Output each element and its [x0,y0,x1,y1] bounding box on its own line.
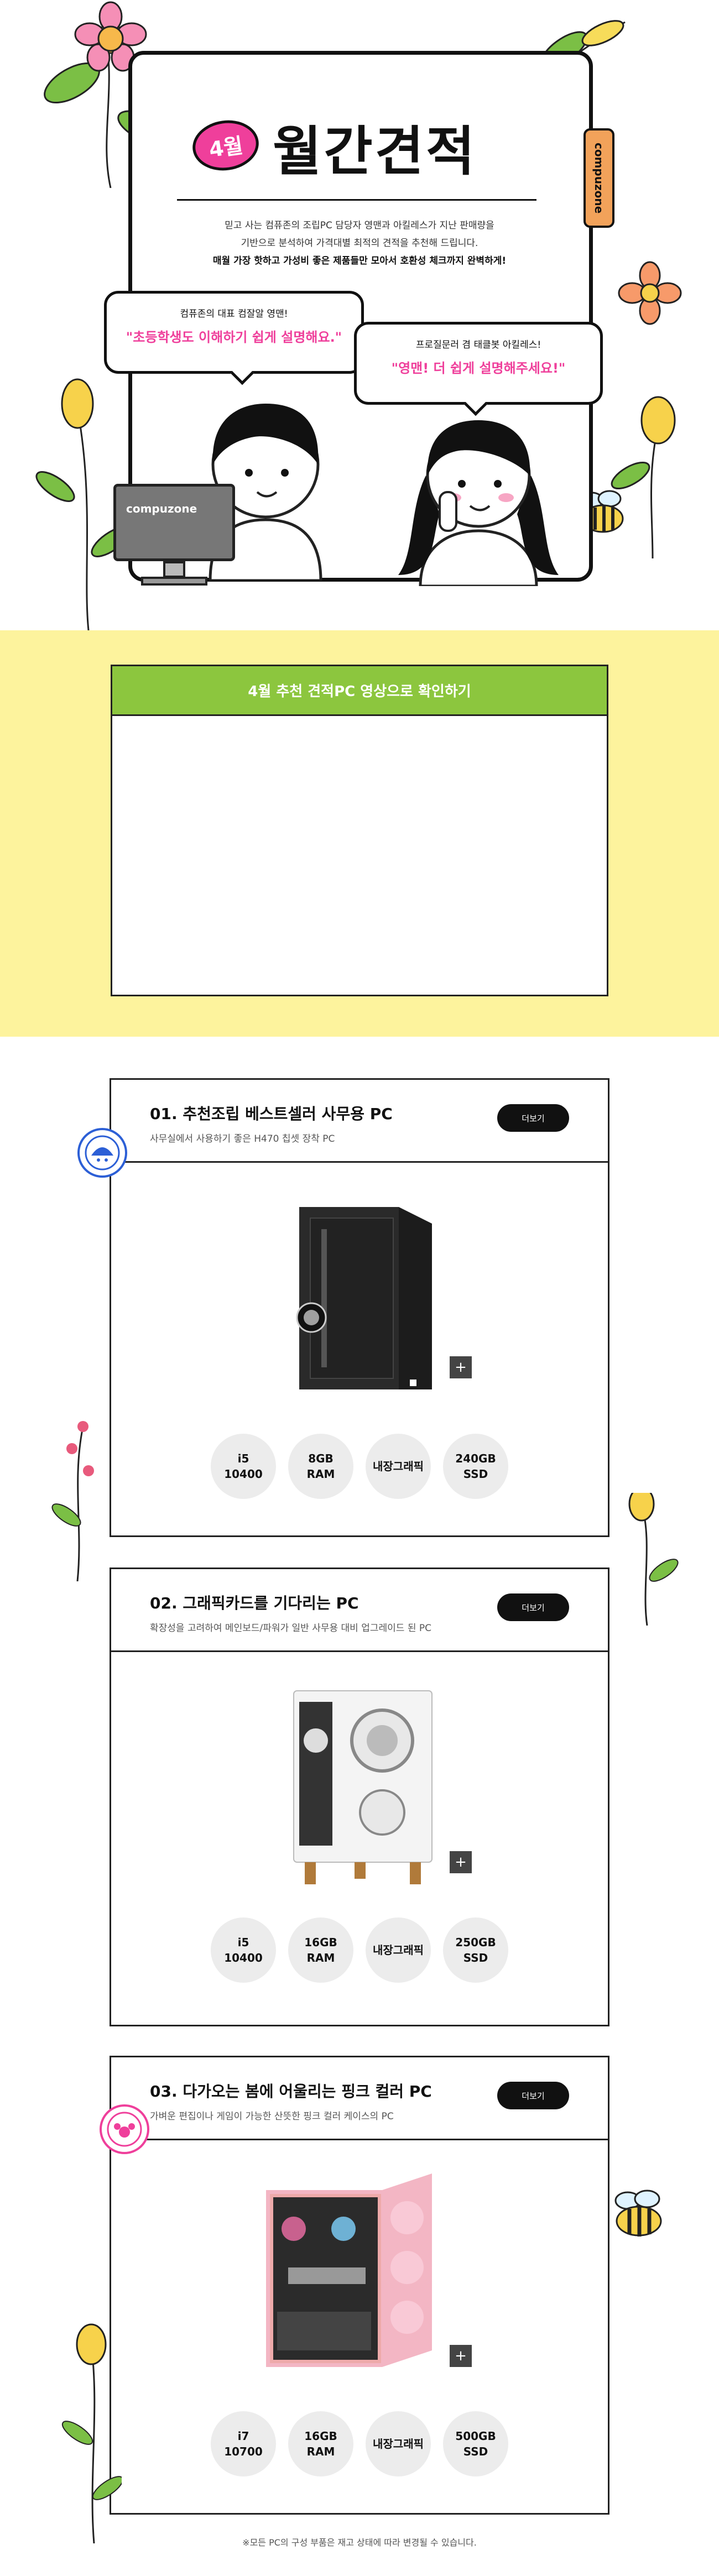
pc-case-white-icon [293,1690,433,1884]
spec-list: i5 10400 16GB RAM 내장그래픽 250GB SSD [111,1917,608,1983]
desc-line-1: 믿고 사는 컴퓨존의 조립PC 담당자 영맨과 아킬레스가 지난 판매량을 [225,220,494,231]
card-subtitle: 가벼운 편집이나 게임이 가능한 산뜻한 핑크 컬러 케이스의 PC [150,2111,394,2122]
bubble-left-speaker: 컴퓨존의 대표 컴잘알 영맨! [180,309,288,320]
product-card-1: 01. 추천조립 베스트셀러 사무용 PC 사무실에서 사용하기 좋은 H470… [110,1078,609,1537]
bubble-right-quote: "영맨! 더 쉽게 설명해주세요!" [391,360,566,376]
spec-cpu: i5 10400 [211,1917,276,1983]
flowers-bottomleft-icon [61,2323,122,2543]
hero-section: compuzone 4월 월간견적 믿고 사는 컴퓨존의 조립PC 담당자 영맨… [0,0,719,630]
card-title: 01. 추천조립 베스트셀러 사무용 PC [150,1105,393,1123]
flowers-leftside-icon [51,1421,94,1581]
more-button[interactable]: 더보기 [497,2082,569,2109]
spec-ram: 8GB RAM [288,1434,353,1499]
card-title: 03. 다가오는 봄에 어울리는 핑크 컬러 PC [150,2082,432,2100]
best-stamp-icon [77,1128,127,1178]
video-player[interactable]: 4월 추천 견적PC 영상으로 확인하기 [111,665,608,996]
spec-graphics: 내장그래픽 [366,2411,431,2476]
spec-storage: 250GB SSD [443,1917,508,1983]
pc-case-black-icon [296,1207,432,1389]
footnote: ※모든 PC의 구성 부품은 재고 상태에 따라 변경될 수 있습니다. [242,2537,477,2548]
spec-ram: 16GB RAM [288,2411,353,2476]
bubble-right-speaker: 프로질문러 겸 태클봇 아킬레스! [415,339,541,351]
bubble-left-quote: "초등학생도 이해하기 쉽게 설명해요." [126,330,342,345]
product-card-2: 02. 그래픽카드를 기다리는 PC 확장성을 고려하여 메인보드/파워가 일반… [110,1567,609,2026]
more-button[interactable]: 더보기 [497,1104,569,1132]
pc-case-pink-icon [266,2173,432,2367]
speech-bubble-achilles: 프로질문러 겸 태클봇 아킬레스! "영맨! 더 쉽게 설명해주세요!" [354,322,603,416]
expand-plus-button[interactable]: + [450,1356,472,1378]
video-heading: 4월 추천 견적PC 영상으로 확인하기 [248,683,471,700]
spec-storage: 500GB SSD [443,2411,508,2476]
page-title: 월간견적 [273,121,477,182]
flowers-rightside-icon [628,1493,679,1626]
card-header: 01. 추천조립 베스트셀러 사무용 PC 사무실에서 사용하기 좋은 H470… [111,1080,608,1163]
product-card-3: 03. 다가오는 봄에 어울리는 핑크 컬러 PC 가벼운 편집이나 게임이 가… [110,2056,609,2515]
desc-line-2: 기반으로 분석하여 가격대별 최적의 견적을 추천해 드립니다. [241,238,478,249]
card-title: 02. 그래픽카드를 기다리는 PC [150,1594,359,1612]
expand-plus-button[interactable]: + [450,1851,472,1873]
spec-cpu: i7 10700 [211,2411,276,2476]
spring-stamp-icon [100,2104,149,2154]
speech-bubble-yeongman: 컴퓨존의 대표 컴잘알 영맨! "초등학생도 이해하기 쉽게 설명해요." [104,291,364,385]
flower-right-icon [618,261,682,325]
hero-description: 믿고 사는 컴퓨존의 조립PC 담당자 영맨과 아킬레스가 지난 판매량을 기반… [166,217,553,270]
spec-graphics: 내장그래픽 [366,1434,431,1499]
spec-graphics: 내장그래픽 [366,1917,431,1983]
hero-title-row: 4월 월간견적 [189,108,502,182]
spec-list: i5 10400 8GB RAM 내장그래픽 240GB SSD [111,1434,608,1499]
more-button[interactable]: 더보기 [497,1593,569,1621]
character-achilles-icon [398,420,559,586]
monitor-brand-label: compuzone [126,502,197,515]
spec-list: i7 10700 16GB RAM 내장그래픽 500GB SSD [111,2411,608,2476]
spec-cpu: i5 10400 [211,1434,276,1499]
card-subtitle: 사무실에서 사용하기 좋은 H470 칩셋 장착 PC [150,1133,335,1145]
spec-storage: 240GB SSD [443,1434,508,1499]
month-badge: 4월 [189,116,262,175]
side-tab-label: compuzone [592,142,606,214]
bee-right-icon [614,2190,662,2237]
desc-bold-line: 매월 가장 핫하고 가성비 좋은 제품들만 모아서 호환성 체크까지 완벽하게! [212,255,507,267]
card-header: 03. 다가오는 봄에 어울리는 핑크 컬러 PC 가벼운 편집이나 게임이 가… [111,2057,608,2140]
video-heading-bar: 4월 추천 견적PC 영상으로 확인하기 [112,666,607,716]
expand-plus-button[interactable]: + [450,2345,472,2367]
monitor-illustration: compuzone [113,484,235,589]
card-header: 02. 그래픽카드를 기다리는 PC 확장성을 고려하여 메인보드/파워가 일반… [111,1569,608,1652]
compuzone-side-tab: compuzone [583,128,614,228]
spec-ram: 16GB RAM [288,1917,353,1983]
card-subtitle: 확장성을 고려하여 메인보드/파워가 일반 사무용 대비 업그레이드 된 PC [150,1623,431,1634]
title-divider [177,199,536,201]
